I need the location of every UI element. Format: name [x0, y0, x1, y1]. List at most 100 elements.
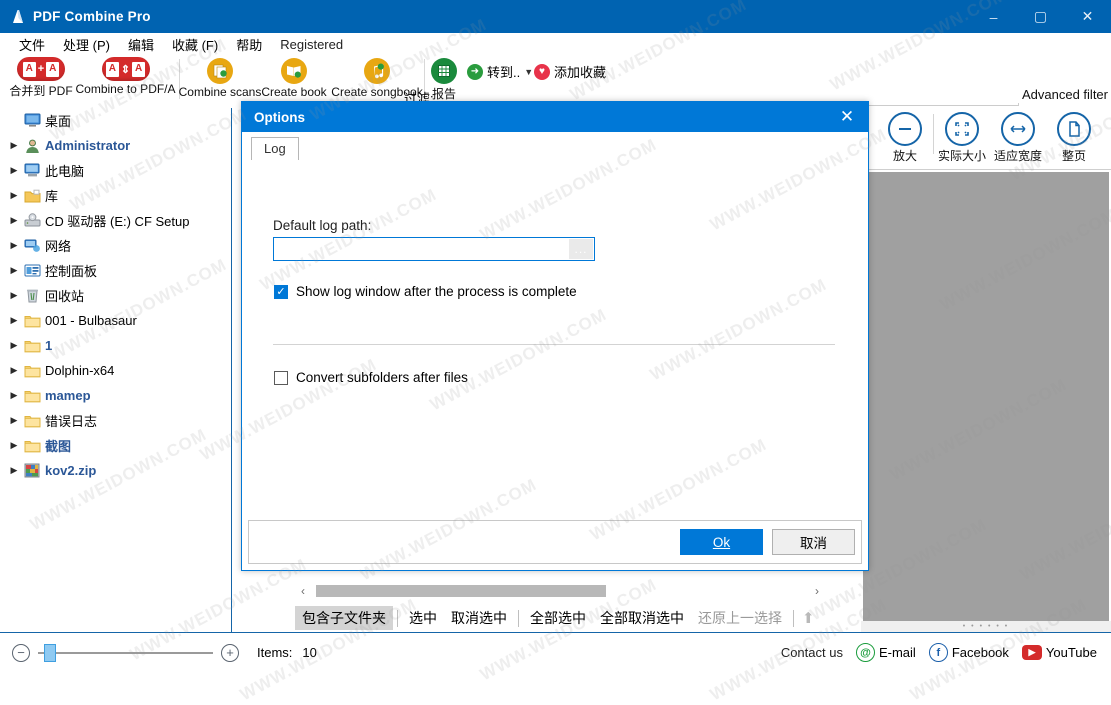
tree-node[interactable]: ▶ 此电脑	[0, 158, 231, 183]
tree-node[interactable]: ▶ 001 - Bulbasaur	[0, 308, 231, 333]
show-log-window-checkbox[interactable]: ✓	[274, 284, 288, 299]
folder-tree-panel[interactable]: 桌面 ▶ Administrator ▶ 此电脑 ▶ 库 ▶ CD 驱动器 (E:) CF Se…	[0, 108, 232, 632]
folder-icon	[22, 389, 42, 403]
tab-log[interactable]: Log	[251, 137, 299, 160]
browse-button[interactable]: ...	[569, 239, 593, 259]
menu-item-edit[interactable]: 编辑	[119, 33, 163, 56]
menu-item-help[interactable]: 帮助	[227, 33, 271, 56]
close-button[interactable]: ✕	[1064, 0, 1111, 33]
expand-arrow-icon[interactable]: ▶	[6, 390, 22, 401]
zoom-slider-thumb[interactable]	[44, 643, 56, 662]
convert-subfolders-checkbox[interactable]	[274, 370, 288, 385]
cancel-button[interactable]: 取消	[772, 529, 855, 555]
selbtn-deselect[interactable]: 取消选中	[444, 606, 514, 630]
report-icon	[431, 58, 457, 84]
menu-item-registered[interactable]: Registered	[271, 35, 352, 54]
scroll-right-arrow-icon[interactable]: ›	[809, 584, 825, 598]
scrollbar-thumb[interactable]	[316, 585, 606, 597]
selbtn-restore-previous[interactable]: 还原上一选择	[691, 606, 789, 630]
scroll-left-arrow-icon[interactable]: ‹	[295, 584, 311, 598]
up-arrow-icon[interactable]: ⬆	[798, 609, 819, 627]
tree-node-label: 回收站	[45, 289, 85, 304]
zoom-button-zoom-out[interactable]: 放大	[877, 112, 933, 164]
expand-arrow-icon[interactable]: ▶	[6, 265, 22, 276]
link-email[interactable]: @ E-mail	[855, 643, 916, 662]
expand-arrow-icon[interactable]: ▶	[6, 365, 22, 376]
menu-item-favorites[interactable]: 收藏 (F)	[163, 33, 227, 56]
tree-node[interactable]: ▶ Administrator	[0, 133, 231, 158]
expand-arrow-icon[interactable]: ▶	[6, 415, 22, 426]
show-log-window-checkbox-row[interactable]: ✓ Show log window after the process is c…	[274, 284, 577, 299]
chevron-down-icon[interactable]: ▼	[524, 67, 533, 77]
tree-node[interactable]: ▶ Dolphin-x64	[0, 358, 231, 383]
toolbar-button-combine-to-pdfa[interactable]: A ⇕ A Combine to PDF/A	[75, 57, 176, 96]
preview-scroll-handle[interactable]: • • • • • •	[861, 621, 1111, 632]
toolbar-button-add-favorite[interactable]: ♥ 添加收藏	[534, 62, 606, 81]
expand-arrow-icon[interactable]: ▶	[6, 465, 22, 476]
tree-node[interactable]: ▶ kov2.zip	[0, 458, 231, 483]
toolbar-button-create-book[interactable]: Create book	[257, 58, 331, 99]
default-log-path-field[interactable]: ...	[273, 237, 595, 261]
file-list-horizontal-scrollbar[interactable]: ‹ ›	[295, 583, 825, 599]
document-preview-area[interactable]	[863, 172, 1109, 621]
tree-node[interactable]: ▶ 错误日志	[0, 408, 231, 433]
options-tab-strip: Log	[251, 137, 299, 160]
tree-node[interactable]: ▶ 1	[0, 333, 231, 358]
tree-node[interactable]: ▶ 库	[0, 183, 231, 208]
tree-node[interactable]: ▶ mamep	[0, 383, 231, 408]
default-log-path-input[interactable]	[274, 238, 569, 260]
zoom-label: 整页	[1061, 149, 1086, 163]
link-facebook-label: Facebook	[951, 645, 1009, 660]
toolbar-button-combine-scans[interactable]: Combine scans	[179, 58, 261, 99]
zoom-label: 适应宽度	[993, 149, 1042, 163]
options-dialog-body: Log Default log path: ... ✓ Show log win…	[242, 132, 868, 520]
selbar-separator	[518, 609, 519, 627]
zoom-button-whole-page[interactable]: 整页	[1046, 112, 1102, 164]
expand-arrow-icon[interactable]: ▶	[6, 240, 22, 251]
link-facebook[interactable]: f Facebook	[928, 643, 1009, 662]
toolbar-label: Create book	[261, 85, 327, 99]
zoom-button-fit-width[interactable]: 适应宽度	[990, 112, 1046, 164]
link-youtube[interactable]: ▶ YouTube	[1021, 645, 1097, 660]
tree-node[interactable]: ▶ 截图	[0, 433, 231, 458]
tree-node[interactable]: ▶ 网络	[0, 233, 231, 258]
ok-button[interactable]: Ok	[680, 529, 763, 555]
zoom-button-actual-size[interactable]: 实际大小	[934, 112, 990, 164]
tree-node[interactable]: 桌面	[0, 108, 231, 133]
zoom-out-icon	[888, 112, 922, 146]
zoom-slider[interactable]	[38, 643, 213, 662]
expand-arrow-icon[interactable]: ▶	[6, 165, 22, 176]
maximize-button[interactable]: ▢	[1017, 0, 1064, 33]
scrollbar-track[interactable]	[311, 585, 809, 597]
selbtn-include-subfolders[interactable]: 包含子文件夹	[295, 606, 393, 630]
toolbar-button-combine-to-pdf[interactable]: A + A 合并到 PDF	[2, 57, 80, 99]
archive-icon	[22, 463, 42, 478]
options-dialog[interactable]: Options ✕ Log Default log path: ... ✓ Sh…	[241, 101, 869, 571]
selbtn-select[interactable]: 选中	[402, 606, 444, 630]
expand-arrow-icon[interactable]: ▶	[6, 440, 22, 451]
expand-arrow-icon[interactable]: ▶	[6, 190, 22, 201]
expand-arrow-icon[interactable]: ▶	[6, 215, 22, 226]
expand-arrow-icon[interactable]: ▶	[6, 290, 22, 301]
selbtn-deselect-all[interactable]: 全部取消选中	[593, 606, 691, 630]
menu-item-process[interactable]: 处理 (P)	[54, 33, 119, 56]
zoom-minus-icon[interactable]: −	[12, 643, 30, 662]
tree-node[interactable]: ▶ 回收站	[0, 283, 231, 308]
toolbar-button-goto[interactable]: ➜ 转到.. ▼	[467, 62, 533, 81]
folder-icon	[22, 339, 42, 353]
main-toolbar: A + A 合并到 PDF A ⇕ A Combine to PDF/A Combine…	[0, 55, 1111, 103]
convert-subfolders-label: Convert subfolders after files	[296, 370, 468, 385]
menu-item-file[interactable]: 文件	[10, 33, 54, 56]
expand-arrow-icon[interactable]: ▶	[6, 315, 22, 326]
advanced-filter-link[interactable]: Advanced filter	[1022, 87, 1108, 102]
expand-arrow-icon[interactable]: ▶	[6, 340, 22, 351]
expand-arrow-icon[interactable]: ▶	[6, 140, 22, 151]
tree-node[interactable]: ▶ 控制面板	[0, 258, 231, 283]
options-dialog-close-button[interactable]: ✕	[826, 102, 868, 132]
zoom-plus-icon[interactable]: +	[221, 643, 239, 662]
minimize-button[interactable]: –	[970, 0, 1017, 33]
folder-icon	[22, 364, 42, 378]
selbtn-select-all[interactable]: 全部选中	[523, 606, 593, 630]
convert-subfolders-checkbox-row[interactable]: Convert subfolders after files	[274, 370, 468, 385]
tree-node[interactable]: ▶ CD 驱动器 (E:) CF Setup	[0, 208, 231, 233]
